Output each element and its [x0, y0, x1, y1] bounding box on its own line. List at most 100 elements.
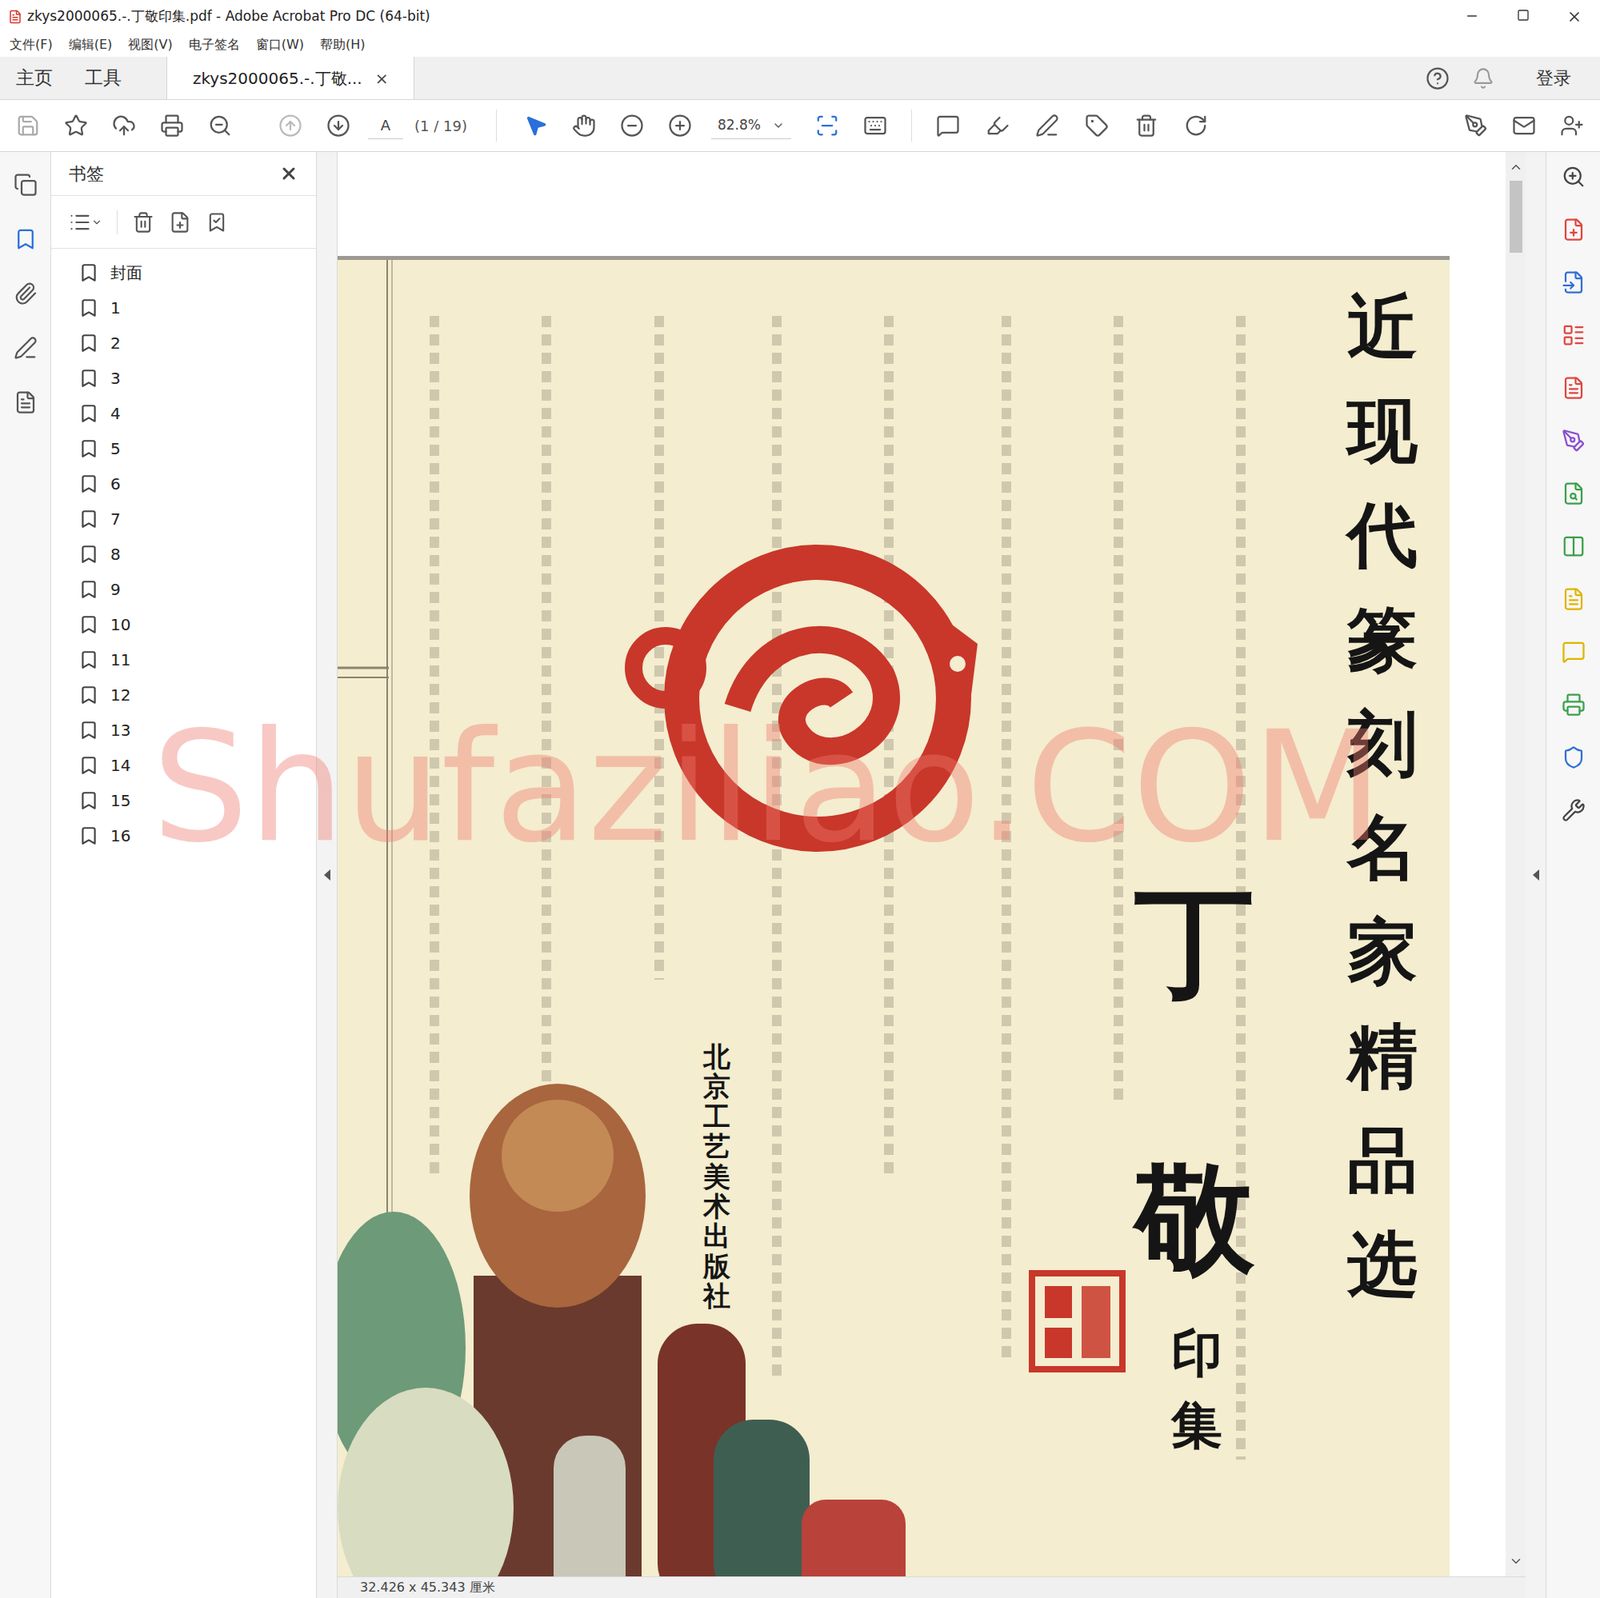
highlight-icon[interactable]	[985, 113, 1010, 138]
bookmark-label[interactable]: 13	[110, 718, 131, 743]
organize-pages-icon[interactable]	[1561, 323, 1586, 348]
zoom-field[interactable]: 82.8%	[711, 112, 792, 140]
options-dropdown-icon[interactable]	[91, 216, 103, 228]
bookmark-item[interactable]: 7	[78, 501, 316, 537]
signatures-icon[interactable]	[13, 336, 38, 360]
print-production-icon[interactable]	[1561, 692, 1586, 717]
bookmark-label[interactable]: 5	[110, 436, 121, 461]
mail-icon[interactable]	[1512, 113, 1536, 138]
tab-label[interactable]: 主页	[16, 64, 53, 92]
bookmark-icon[interactable]	[78, 825, 100, 847]
layers-icon[interactable]	[13, 390, 38, 415]
bookmark-icon[interactable]	[78, 720, 100, 741]
bookmark-icon[interactable]	[78, 508, 100, 530]
close-icon[interactable]	[1566, 8, 1583, 25]
bookmark-icon[interactable]	[78, 332, 100, 354]
tab-close[interactable]: ×	[375, 66, 389, 91]
minimize-icon[interactable]	[1464, 8, 1480, 24]
scroll-thumb[interactable]	[1509, 180, 1523, 253]
delete-icon[interactable]	[1134, 113, 1159, 138]
fit-page-icon[interactable]	[815, 113, 840, 138]
bookmark-icon[interactable]	[78, 649, 100, 671]
bookmark-icon[interactable]	[78, 403, 100, 424]
bookmark-icon[interactable]	[78, 262, 100, 284]
minimize-button[interactable]	[1446, 8, 1498, 25]
tab-label[interactable]: 工具	[84, 64, 122, 92]
scroll-up-icon[interactable]	[1508, 160, 1524, 175]
draw-icon[interactable]	[1035, 113, 1060, 138]
tab[interactable]: 工具	[68, 56, 138, 100]
zoom-in-icon[interactable]	[668, 113, 692, 138]
bookmark-item[interactable]: 12	[78, 677, 316, 713]
bookmark-label[interactable]: 2	[110, 331, 121, 356]
maximize-button[interactable]	[1497, 8, 1549, 25]
bookmark-icon[interactable]	[78, 684, 100, 706]
bookmark-label[interactable]: 10	[110, 612, 131, 637]
bookmark-item[interactable]: 9	[78, 572, 316, 608]
bookmark-item[interactable]: 1	[78, 290, 316, 326]
select-tool-icon[interactable]	[524, 113, 548, 138]
bookmark-label[interactable]: 封面	[110, 260, 143, 285]
zoom-out-icon[interactable]	[620, 113, 644, 138]
find-bookmark-icon[interactable]	[205, 211, 228, 234]
bookmark-icon[interactable]	[78, 614, 100, 636]
save-icon[interactable]	[16, 113, 40, 138]
more-tools-icon[interactable]	[1561, 798, 1586, 823]
find-icon[interactable]	[1561, 164, 1586, 189]
bookmark-label[interactable]: 9	[110, 577, 121, 602]
scan-icon[interactable]	[1561, 481, 1586, 506]
bookmark-label[interactable]: 12	[110, 683, 131, 708]
panel-close-icon[interactable]	[279, 164, 299, 184]
edit-pdf-icon[interactable]	[1561, 376, 1586, 400]
bookmark-label[interactable]: 3	[110, 366, 121, 391]
search-icon[interactable]	[208, 113, 232, 138]
bookmark-item[interactable]: 13	[78, 712, 316, 748]
bookmarks-icon[interactable]	[13, 227, 38, 252]
sign-icon[interactable]	[1464, 113, 1488, 138]
star-icon[interactable]	[64, 113, 88, 138]
left-collapse-strip[interactable]	[316, 152, 338, 1598]
scroll-down-icon[interactable]	[1508, 1554, 1524, 1569]
pages-icon[interactable]	[13, 172, 38, 197]
bookmark-label[interactable]: 14	[110, 753, 131, 778]
bookmark-item[interactable]: 8	[78, 536, 316, 572]
compare-icon[interactable]	[1561, 534, 1586, 559]
bookmark-item[interactable]: 15	[78, 783, 316, 819]
zoom-value[interactable]: 82.8%	[717, 115, 761, 136]
collapse-arrow-icon[interactable]	[323, 868, 332, 882]
cloud-upload-icon[interactable]	[112, 113, 136, 138]
bookmark-label[interactable]: 15	[110, 788, 131, 813]
tab[interactable]: 主页	[0, 56, 69, 100]
comment-icon[interactable]	[936, 113, 960, 138]
create-pdf-icon[interactable]	[1561, 217, 1586, 242]
document-view[interactable]: 近现代篆刻名家精品选丁敬印集北京工艺美术出版社	[337, 152, 1506, 1577]
bookmark-icon[interactable]	[78, 438, 100, 460]
bookmark-item[interactable]: 4	[78, 396, 316, 432]
hand-tool-icon[interactable]	[572, 113, 596, 138]
bookmark-icon[interactable]	[78, 790, 100, 812]
menu-item[interactable]: 视图(V)	[128, 35, 172, 55]
bookmark-item[interactable]: 10	[78, 607, 316, 643]
comment-tool-icon[interactable]	[1561, 640, 1586, 664]
bookmark-item[interactable]: 16	[78, 818, 316, 854]
bookmark-icon[interactable]	[78, 579, 100, 600]
bookmark-label[interactable]: 6	[110, 472, 121, 496]
bookmark-label[interactable]: 16	[110, 824, 131, 848]
close-button[interactable]	[1548, 8, 1600, 25]
bookmark-icon[interactable]	[78, 297, 100, 319]
bookmark-item[interactable]: 14	[78, 748, 316, 784]
bookmark-item[interactable]: 2	[78, 325, 316, 361]
bookmark-icon[interactable]	[78, 368, 100, 389]
collapse-arrow-icon[interactable]	[1532, 868, 1540, 882]
export-pdf-icon[interactable]	[1561, 270, 1586, 295]
attachments-icon[interactable]	[13, 281, 38, 306]
bell-icon[interactable]	[1472, 67, 1495, 90]
fill-sign-icon[interactable]	[1561, 428, 1586, 453]
menu-item[interactable]: 电子签名	[188, 35, 240, 55]
stamp-icon[interactable]	[1084, 113, 1109, 138]
menu-item[interactable]: 帮助(H)	[320, 35, 366, 55]
delete-bookmark-icon[interactable]	[132, 211, 155, 234]
bookmark-label[interactable]: 8	[110, 542, 121, 567]
page-field[interactable]: A	[368, 112, 404, 140]
prev-page-icon[interactable]	[278, 113, 303, 138]
